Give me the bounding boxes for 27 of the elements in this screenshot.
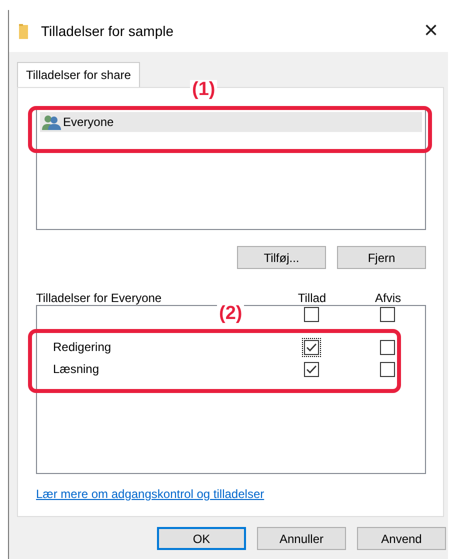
checkbox[interactable] xyxy=(302,306,320,324)
checkbox[interactable] xyxy=(302,360,320,378)
window-title: Tilladelser for sample xyxy=(41,22,175,41)
tab[interactable]: Tilladelser for share xyxy=(17,62,140,87)
close-button[interactable]: × xyxy=(414,19,448,43)
callout-label: (1) xyxy=(190,80,218,99)
permissions-heading: Tilladelser for Everyone xyxy=(36,291,162,305)
column-header: Afvis xyxy=(374,291,401,305)
users-icon xyxy=(42,114,61,130)
remove-button[interactable]: Fjern xyxy=(337,246,426,269)
help-link[interactable]: Lær mere om adgangskontrol og tilladelser xyxy=(36,485,264,503)
checkbox[interactable] xyxy=(378,306,396,324)
checkbox[interactable] xyxy=(378,338,396,356)
permission-label: Læsning xyxy=(53,362,100,376)
folder-icon xyxy=(19,24,29,38)
ok-button[interactable]: OK xyxy=(157,527,246,550)
add-button[interactable]: Tilføj... xyxy=(237,246,326,269)
checkbox[interactable] xyxy=(378,360,396,378)
permission-label: Redigering xyxy=(53,340,112,354)
checkmark-icon xyxy=(306,364,316,374)
column-header: Tillad xyxy=(298,291,326,305)
list-item[interactable]: Everyone xyxy=(40,112,422,132)
checkmark-icon xyxy=(306,342,316,352)
callout-label: (2) xyxy=(217,304,244,323)
apply-button[interactable]: Anvend xyxy=(357,527,446,550)
cancel-button[interactable]: Annuller xyxy=(257,527,346,550)
checkbox[interactable] xyxy=(302,338,320,356)
